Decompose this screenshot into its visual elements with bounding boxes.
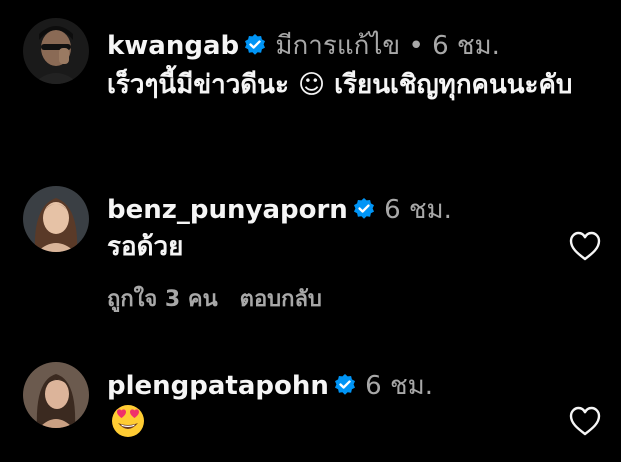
comment-actions: ถูกใจ 3 คน ตอบกลับ bbox=[107, 285, 322, 315]
reply-button[interactable]: ตอบกลับ bbox=[240, 287, 322, 312]
avatar[interactable] bbox=[23, 18, 89, 84]
username[interactable]: plengpatapohn bbox=[107, 371, 329, 401]
avatar[interactable] bbox=[23, 362, 89, 428]
comment-text: รอด้วย bbox=[107, 232, 184, 262]
like-button[interactable] bbox=[568, 230, 602, 262]
edited-label: มีการแก้ไข bbox=[275, 31, 401, 61]
like-button[interactable] bbox=[568, 405, 602, 437]
comment-header: benz_punyaporn 6 ชม. bbox=[107, 193, 452, 227]
likes-count[interactable]: ถูกใจ 3 คน bbox=[107, 287, 218, 312]
heart-outline-icon bbox=[569, 231, 601, 261]
username[interactable]: benz_punyaporn bbox=[107, 195, 348, 225]
timestamp[interactable]: 6 ชม. bbox=[432, 31, 500, 61]
avatar[interactable] bbox=[23, 186, 89, 252]
verified-badge-icon bbox=[352, 196, 376, 220]
comment-header: kwangab มีการแก้ไข • 6 ชม. bbox=[107, 29, 500, 63]
timestamp[interactable]: 6 ชม. bbox=[384, 195, 452, 225]
comment-header: plengpatapohn 6 ชม. bbox=[107, 369, 433, 403]
username[interactable]: kwangab bbox=[107, 31, 239, 61]
verified-badge-icon bbox=[243, 32, 267, 56]
comment-text: เร็วๆนี้มีข่าวดีนะ ☺ เรียนเชิญทุกคนนะคับ bbox=[107, 70, 573, 100]
heart-outline-icon bbox=[569, 406, 601, 436]
separator: • bbox=[408, 31, 424, 61]
timestamp[interactable]: 6 ชม. bbox=[365, 371, 433, 401]
verified-badge-icon bbox=[333, 372, 357, 396]
heart-eyes-emoji bbox=[110, 403, 146, 439]
